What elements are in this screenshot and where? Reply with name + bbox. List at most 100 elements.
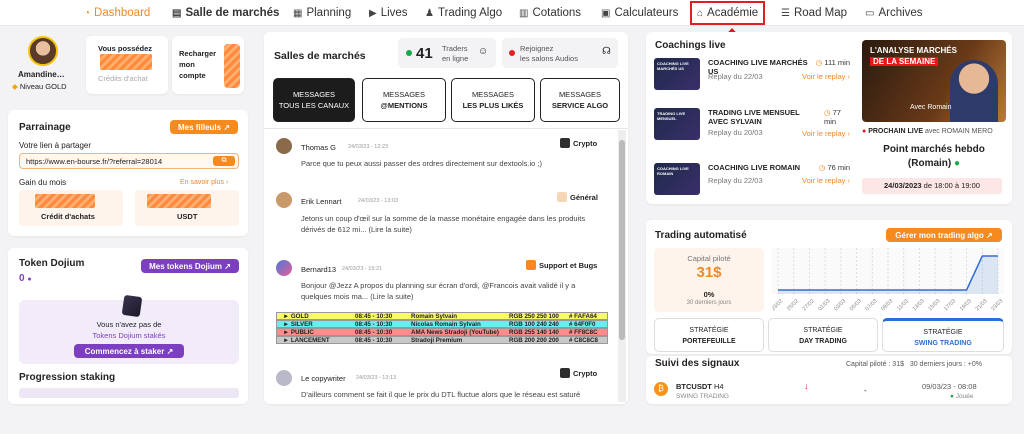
tab-tous-les-canaux[interactable]: MESSAGES TOUS LES CANAUX bbox=[273, 78, 355, 122]
parrainage-card: Parrainage Mes filleuls ↗ Votre lien à p… bbox=[8, 110, 248, 236]
nav-salle-de-marches[interactable]: ▤ Salle de marchés bbox=[172, 4, 279, 22]
bitcoin-icon: ₿ bbox=[654, 382, 668, 396]
message-item[interactable]: Thomas G 24/03/23 - 12:23 Crypto Parce q… bbox=[264, 132, 616, 180]
x-tick-label: 11/03 bbox=[896, 298, 910, 312]
referral-link-field[interactable]: https://www.en-bourse.fr/?referral=28014… bbox=[19, 153, 239, 169]
credits-caption: Crédits d'achat bbox=[98, 74, 148, 83]
featured-title: Point marchés hebdo bbox=[883, 144, 985, 155]
strategy-swing-trading[interactable]: STRATÉGIE SWING TRADING bbox=[882, 318, 1004, 352]
down-arrow-icon: ↓ bbox=[804, 381, 809, 391]
nav-academie[interactable]: ⌂ Académie bbox=[689, 1, 766, 25]
staking-bar bbox=[19, 388, 239, 398]
nav-dashboard[interactable]: ◔ Dashboard bbox=[84, 4, 150, 22]
channel-badge: Crypto bbox=[560, 138, 597, 148]
mes-filleuls-button[interactable]: Mes filleuls ↗ bbox=[170, 120, 238, 134]
replay-link[interactable]: Voir le replay › bbox=[802, 129, 850, 138]
nav-lives[interactable]: ▶ Lives bbox=[369, 4, 408, 22]
level-badge: ◆ Niveau GOLD bbox=[12, 82, 67, 91]
stake-button[interactable]: Commencez à staker ↗ bbox=[74, 344, 184, 358]
tab-mentions[interactable]: MESSAGES @MENTIONS bbox=[362, 78, 446, 122]
x-tick-label: 23/03 bbox=[990, 298, 1004, 312]
nav-planning[interactable]: ▦ Planning bbox=[293, 4, 351, 22]
profile-name: Amandine… bbox=[18, 70, 65, 79]
gauge-icon: ◔ bbox=[84, 7, 91, 19]
message-item[interactable]: Le copywriter 24/03/23 - 13:13 Crypto D'… bbox=[264, 362, 616, 402]
avatar bbox=[276, 370, 292, 386]
live-dot bbox=[509, 50, 515, 56]
x-tick-label: 03/03 bbox=[833, 298, 847, 312]
coachings-title: Coachings live bbox=[655, 40, 726, 51]
nav-road-map[interactable]: ☰ Road Map bbox=[781, 4, 847, 22]
tab-service-algo[interactable]: MESSAGES SERVICE ALGO bbox=[540, 78, 620, 122]
x-tick-label: 01/03 bbox=[817, 298, 831, 312]
recharge-label: Recharger mon compte bbox=[179, 49, 217, 80]
nav-trading-algo[interactable]: ♟ Trading Algo bbox=[425, 4, 502, 22]
crypto-icon bbox=[560, 368, 570, 378]
x-tick-label: 09/03 bbox=[880, 298, 894, 312]
mes-tokens-button[interactable]: Mes tokens Dojium ↗ bbox=[141, 259, 239, 273]
strategy-portefeuille[interactable]: STRATÉGIE PORTEFEUILLE bbox=[654, 318, 764, 352]
list-icon: ☰ bbox=[781, 7, 790, 19]
audio-rooms-box[interactable]: Rejoignez les salons Audios ☊ bbox=[502, 38, 618, 68]
savoir-plus-link[interactable]: En savoir plus › bbox=[180, 179, 228, 186]
message-item[interactable]: Erik Lennart 24/03/23 - 13:03 Général Je… bbox=[264, 188, 616, 244]
table-row: ► SILVER 08:45 - 10:30 Nicolas Romain Sylv… bbox=[276, 320, 608, 328]
duration: ◷ 111 min bbox=[815, 58, 850, 67]
next-live-label: ● PROCHAIN LIVE avec ROMAIN MERO bbox=[862, 128, 993, 135]
channel-badge: Crypto bbox=[560, 368, 597, 378]
x-tick-label: 27/02 bbox=[802, 298, 816, 312]
channel-badge: Support et Bugs bbox=[526, 260, 597, 270]
table-row: ► PUBLIC 08:45 - 10:30 AMA News Stradoji (… bbox=[276, 328, 608, 336]
usdt-value-redacted bbox=[147, 194, 211, 208]
credits-value-redacted bbox=[100, 54, 152, 70]
usdt-box: USDT bbox=[135, 190, 239, 226]
channel-badge: Général bbox=[557, 192, 598, 202]
staking-title: Progression staking bbox=[19, 372, 116, 383]
signal-row[interactable]: ₿ BTCUSDT H4 SWING TRADING ↓ - 09/03/23 … bbox=[654, 380, 1004, 402]
featured-date: 24/03/2023 de 18:00 à 19:00 bbox=[862, 178, 1002, 194]
nav-cotations[interactable]: ▥ Cotations bbox=[519, 4, 581, 22]
archive-icon: ▭ bbox=[865, 7, 875, 19]
x-tick-label: 23/02 bbox=[772, 298, 784, 312]
replay-link[interactable]: Voir le replay › bbox=[802, 176, 850, 185]
avatar bbox=[276, 260, 292, 276]
chart-icon: ▥ bbox=[519, 7, 529, 19]
divider bbox=[264, 128, 628, 129]
avatar[interactable] bbox=[28, 36, 58, 66]
gerer-trading-button[interactable]: Gérer mon trading algo ↗ bbox=[886, 228, 1002, 242]
x-tick-label: 15/03 bbox=[927, 298, 941, 312]
coaching-item[interactable]: COACHING LIVE ROMAIN COACHING LIVE ROMAI… bbox=[654, 163, 850, 203]
globe-icon: ● bbox=[954, 158, 961, 169]
nav-calculateurs[interactable]: ▣ Calculateurs bbox=[601, 4, 678, 22]
copy-button[interactable]: ⧉ bbox=[213, 156, 235, 166]
x-tick-label: 13/03 bbox=[912, 298, 926, 312]
scrollbar-thumb[interactable] bbox=[619, 140, 625, 340]
clock-icon: ◷ bbox=[824, 108, 833, 117]
tab-plus-likes[interactable]: MESSAGES LES PLUS LIKÉS bbox=[451, 78, 535, 122]
recharge-card[interactable]: Recharger mon compte bbox=[172, 36, 244, 94]
message-item[interactable]: Bernard13 24/03/23 - 15:21 Support et Bu… bbox=[264, 256, 616, 306]
scrollbar[interactable] bbox=[618, 130, 626, 402]
online-dot bbox=[406, 50, 412, 56]
external-link-icon: ↗ bbox=[166, 346, 174, 356]
featured-live[interactable]: L'ANALYSE MARCHÉS DE LA SEMAINE Avec Rom… bbox=[862, 40, 1006, 198]
robot-icon: ♟ bbox=[425, 7, 434, 19]
users-icon: ☺ bbox=[478, 46, 489, 57]
play-icon: ▶ bbox=[369, 7, 377, 19]
link-label: Votre lien à partager bbox=[19, 141, 92, 150]
crypto-icon bbox=[560, 138, 570, 148]
table-row: ► GOLD 08:45 - 10:30 Romain Sylvain RGB 250… bbox=[276, 312, 608, 320]
replay-link[interactable]: Voir le replay › bbox=[802, 72, 850, 81]
coaching-item[interactable]: COACHING LIVE MARCHÉS US COACHING LIVE M… bbox=[654, 58, 850, 98]
coaching-item[interactable]: TRADING LIVE MENSUEL TRADING LIVE MENSUE… bbox=[654, 108, 850, 148]
token-icon: ● bbox=[27, 276, 32, 283]
external-link-icon: ↗ bbox=[223, 122, 231, 132]
external-link-icon: ↗ bbox=[986, 230, 993, 240]
recharge-button-redacted[interactable] bbox=[224, 44, 240, 88]
duration: ◷ 77 min bbox=[824, 108, 841, 126]
strategy-day-trading[interactable]: STRATÉGIE DAY TRADING bbox=[768, 318, 878, 352]
avatar bbox=[276, 138, 292, 154]
nav-archives[interactable]: ▭ Archives bbox=[865, 4, 923, 22]
token-cube-icon bbox=[121, 294, 143, 318]
x-tick-label: 21/03 bbox=[975, 298, 989, 312]
